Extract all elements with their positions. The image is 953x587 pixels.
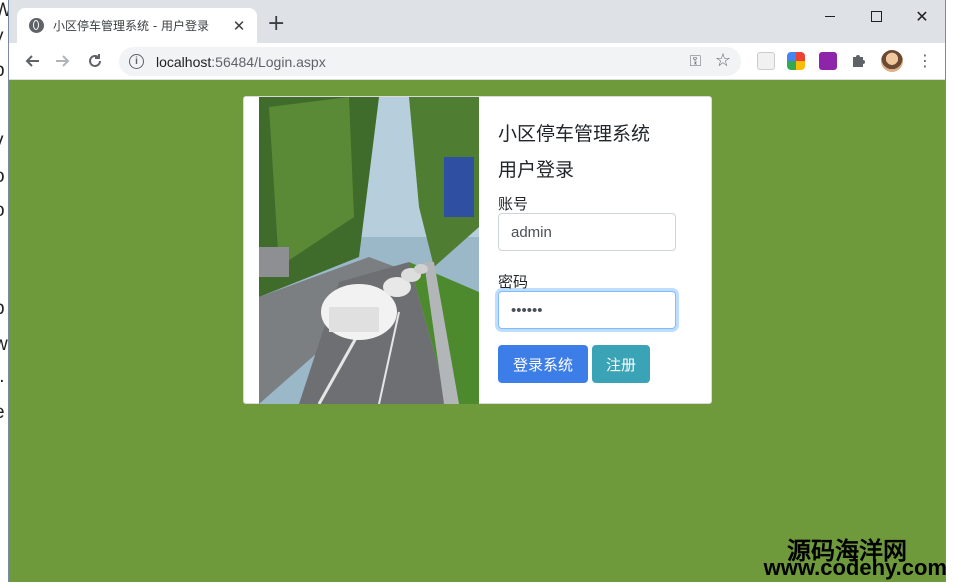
info-icon[interactable]: i bbox=[129, 54, 144, 69]
extension-icon[interactable] bbox=[757, 52, 775, 70]
background-letter: w bbox=[0, 334, 8, 355]
background-letter: o bbox=[0, 200, 5, 222]
tab-close-icon[interactable]: ✕ bbox=[231, 17, 247, 35]
street-image bbox=[259, 97, 479, 404]
browser-tab[interactable]: 小区停车管理系统 - 用户登录 ✕ bbox=[17, 8, 257, 43]
background-letter: o bbox=[0, 166, 5, 188]
url-host: localhost bbox=[156, 53, 212, 70]
browser-window: 小区停车管理系统 - 用户登录 ✕ + ✕ i localhost:56484/… bbox=[8, 0, 946, 582]
system-title: 小区停车管理系统 bbox=[498, 123, 651, 145]
reload-button[interactable] bbox=[84, 50, 106, 72]
login-card: 小区停车管理系统 用户登录 账号 密码 登录系统 注册 bbox=[243, 96, 712, 404]
background-letter: y bbox=[0, 26, 4, 48]
url-text[interactable]: localhost:56484/Login.aspx bbox=[156, 54, 326, 70]
tab-title: 小区停车管理系统 - 用户登录 bbox=[53, 19, 209, 33]
reload-icon bbox=[89, 54, 101, 67]
background-letter: v bbox=[0, 130, 4, 152]
background-letter: e bbox=[0, 402, 5, 424]
key-icon[interactable]: ⚿ bbox=[690, 52, 701, 70]
password-input[interactable] bbox=[498, 291, 676, 329]
forward-arrow-icon bbox=[56, 55, 70, 67]
new-tab-button[interactable]: + bbox=[267, 13, 285, 35]
extension-color-icon[interactable] bbox=[787, 52, 805, 70]
login-button[interactable]: 登录系统 bbox=[498, 345, 588, 383]
password-label: 密码 bbox=[498, 273, 529, 291]
address-bar[interactable]: i localhost:56484/Login.aspx ⚿ ☆ bbox=[119, 47, 741, 76]
window-close-button[interactable]: ✕ bbox=[899, 0, 945, 32]
parking-street-photo bbox=[259, 97, 479, 404]
background-window-edge: Wyp:vooIlbwI.e bbox=[0, 0, 8, 587]
tab-strip: 小区停车管理系统 - 用户登录 ✕ + ✕ bbox=[9, 0, 945, 43]
maximize-button[interactable] bbox=[853, 0, 899, 32]
back-arrow-icon bbox=[25, 55, 39, 67]
puzzle-icon bbox=[853, 55, 865, 67]
page-viewport: 小区停车管理系统 用户登录 账号 密码 登录系统 注册 bbox=[9, 80, 945, 582]
window-controls: ✕ bbox=[807, 0, 945, 32]
extension-rp-icon[interactable] bbox=[819, 52, 837, 70]
account-label: 账号 bbox=[498, 195, 529, 213]
menu-kebab-icon[interactable]: ⋮ bbox=[917, 51, 933, 71]
watermark-url: www.codehy.com bbox=[763, 555, 947, 580]
puzzle-extensions-icon[interactable] bbox=[851, 52, 867, 72]
profile-avatar[interactable] bbox=[881, 50, 903, 72]
login-title: 用户登录 bbox=[498, 159, 575, 181]
account-input[interactable] bbox=[498, 213, 676, 251]
maximize-icon bbox=[870, 10, 882, 22]
background-letter: b bbox=[0, 298, 5, 320]
background-letter: W bbox=[0, 0, 8, 22]
register-button[interactable]: 注册 bbox=[592, 345, 650, 383]
background-letter: I. bbox=[0, 366, 5, 388]
minimize-icon bbox=[825, 15, 835, 17]
url-path: :56484/Login.aspx bbox=[211, 53, 326, 70]
browser-toolbar: i localhost:56484/Login.aspx ⚿ ☆ ⋮ bbox=[9, 43, 945, 80]
bookmark-star-icon[interactable]: ☆ bbox=[715, 50, 731, 71]
globe-icon bbox=[29, 18, 44, 33]
minimize-button[interactable] bbox=[807, 0, 853, 32]
back-button[interactable] bbox=[21, 50, 43, 72]
background-letter: p bbox=[0, 60, 5, 82]
forward-button[interactable] bbox=[52, 50, 74, 72]
